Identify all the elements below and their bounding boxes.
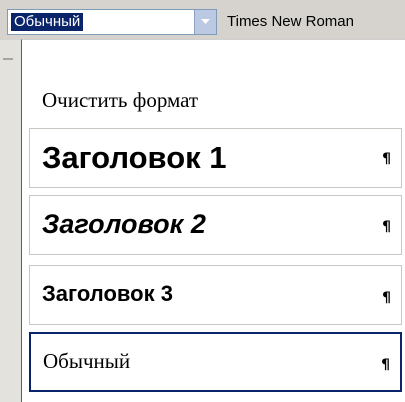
style-option-heading-2[interactable]: Заголовок 2 ¶ — [29, 195, 402, 255]
style-option-normal[interactable]: Обычный ¶ — [29, 332, 402, 392]
style-option-label: Заголовок 1 — [42, 140, 227, 175]
document-margin — [0, 40, 21, 402]
chevron-down-icon — [201, 19, 210, 24]
style-option-heading-1[interactable]: Заголовок 1 ¶ — [29, 128, 402, 188]
style-option-label: Заголовок 3 — [42, 281, 173, 306]
style-option-label: Заголовок 2 — [42, 209, 206, 239]
paragraph-mark-icon: ¶ — [381, 357, 390, 373]
ruler-tick — [3, 58, 13, 60]
style-dropdown-list: Очистить формат Заголовок 1 ¶ Заголовок … — [21, 39, 405, 402]
style-combobox[interactable]: Обычный — [7, 9, 217, 35]
paragraph-mark-icon: ¶ — [382, 290, 391, 306]
style-option-label: Очистить формат — [42, 88, 199, 112]
style-option-clear-format[interactable]: Очистить формат — [29, 60, 402, 130]
formatting-toolbar: Обычный Times New Roman — [0, 0, 405, 40]
paragraph-mark-icon: ¶ — [382, 219, 391, 235]
style-dropdown-button[interactable] — [194, 10, 216, 34]
style-combobox-value[interactable]: Обычный — [11, 13, 84, 31]
font-name-combobox[interactable]: Times New Roman — [227, 9, 354, 35]
style-option-label: Обычный — [43, 349, 131, 373]
paragraph-mark-icon: ¶ — [382, 151, 391, 167]
style-option-heading-3[interactable]: Заголовок 3 ¶ — [29, 265, 402, 325]
